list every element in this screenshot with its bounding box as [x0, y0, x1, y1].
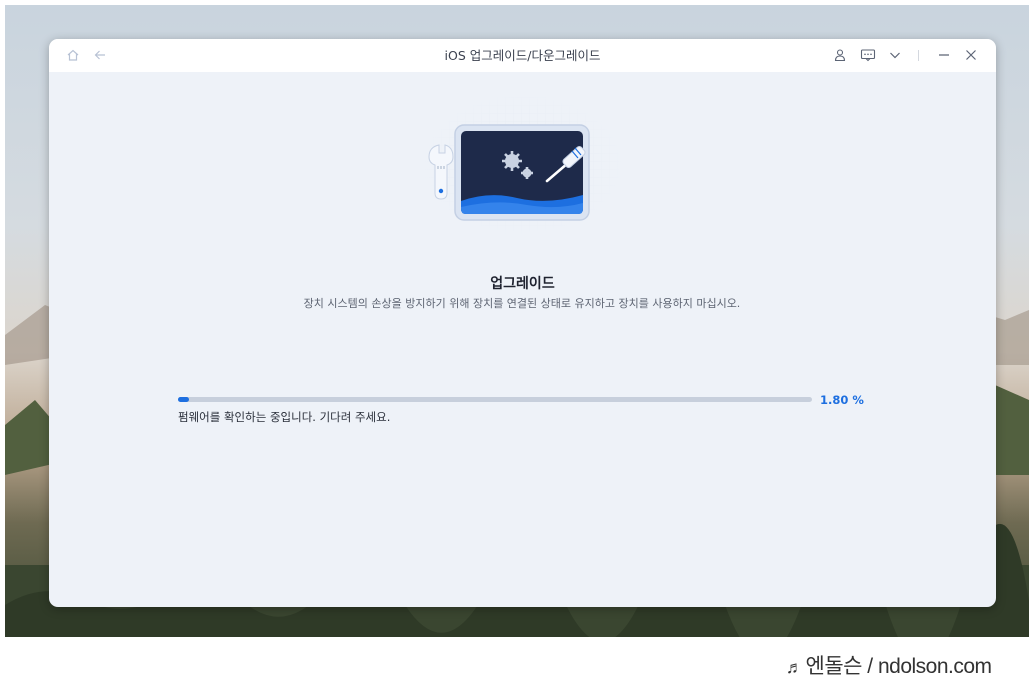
- progress-percent: 1.80 %: [820, 393, 864, 407]
- screenshot: iOS 업그레이드/다운그레이드 업그레이드 장치 시스템의 손상을 방지하기 …: [0, 0, 1034, 689]
- page-title: 업그레이드: [490, 276, 555, 292]
- progress-bar: [178, 397, 812, 402]
- user-icon[interactable]: [832, 47, 848, 63]
- warning-description: 장치 시스템의 손상을 방지하기 위해 장치를 연결된 상태로 유지하고 장치를…: [303, 297, 741, 310]
- title-bar: iOS 업그레이드/다운그레이드: [49, 39, 996, 72]
- music-note-icon: ♬: [786, 658, 803, 677]
- minimize-icon[interactable]: [936, 47, 952, 63]
- watermark-text: 엔돌슨 / ndolson.com: [805, 655, 993, 678]
- app-window: iOS 업그레이드/다운그레이드 업그레이드 장치 시스템의 손상을 방지하기 …: [49, 39, 996, 607]
- upgrade-illustration: [417, 89, 629, 239]
- watermark: ♬ 엔돌슨 / ndolson.com: [786, 650, 992, 680]
- chevron-down-icon[interactable]: [887, 47, 903, 63]
- feedback-icon[interactable]: [860, 47, 876, 63]
- window-title: iOS 업그레이드/다운그레이드: [444, 48, 601, 63]
- titlebar-divider: [918, 50, 919, 61]
- close-icon[interactable]: [963, 47, 979, 63]
- progress-status-text: 펌웨어를 확인하는 중입니다. 기다려 주세요.: [178, 410, 391, 424]
- progress-bar-fill: [178, 397, 190, 402]
